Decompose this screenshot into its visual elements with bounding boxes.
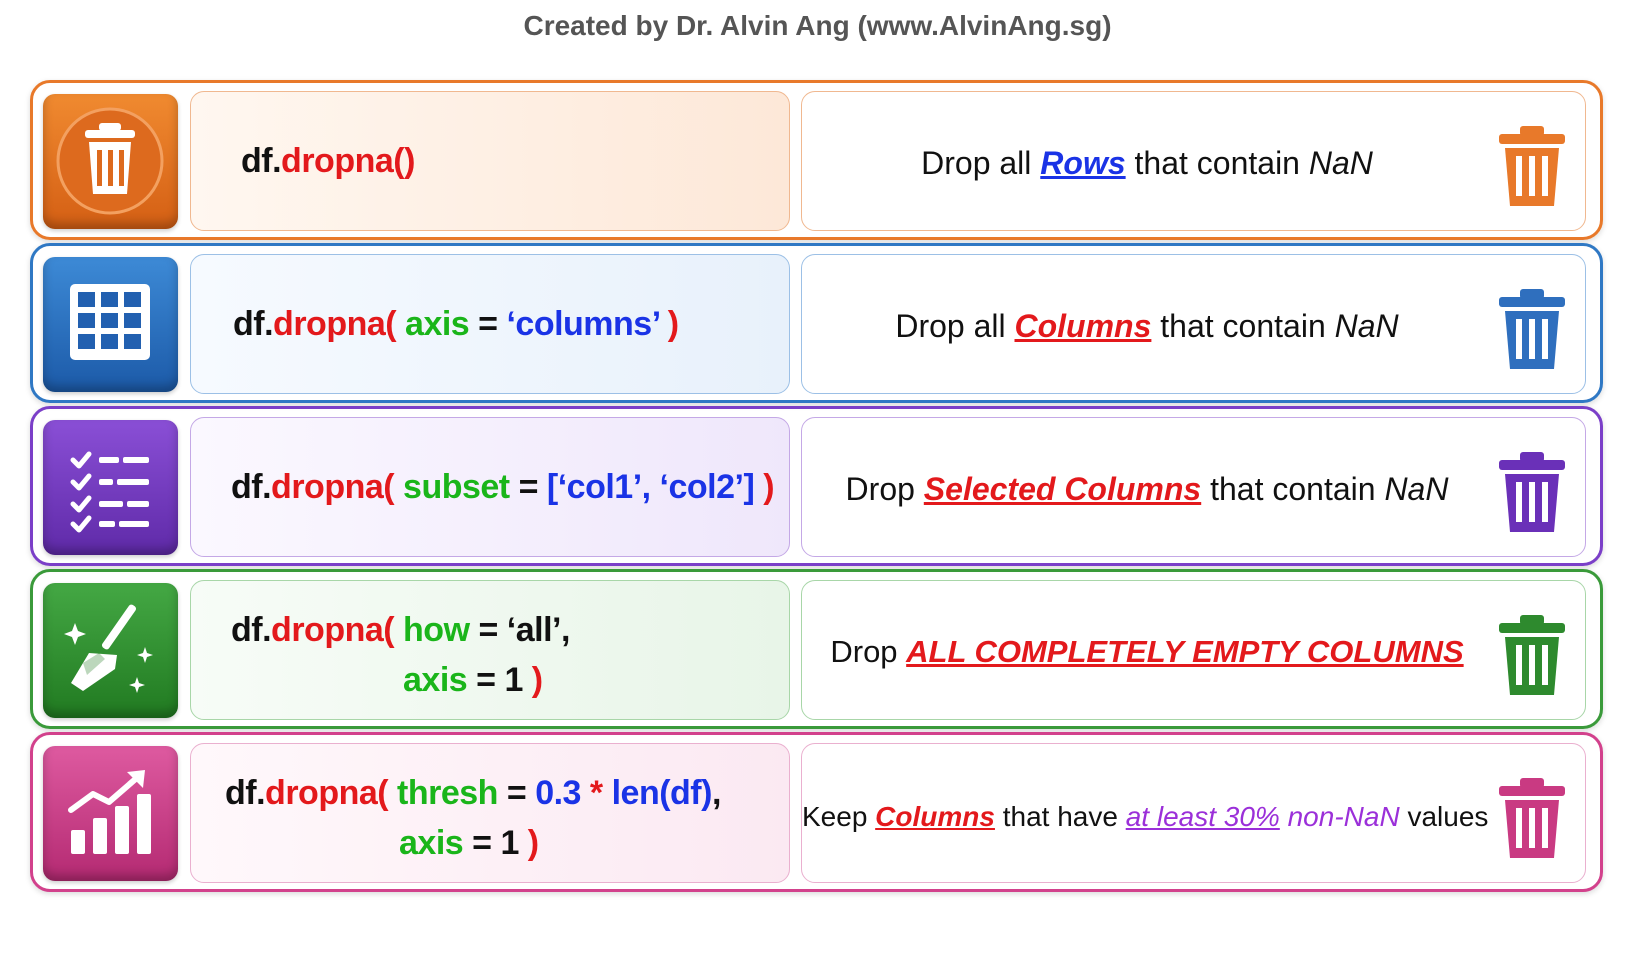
- desc-non-nan: non-NaN: [1279, 801, 1400, 832]
- desc-nan: NaN: [1384, 471, 1449, 507]
- description-box: Keep Columns that have at least 30% non-…: [801, 743, 1586, 883]
- desc-emphasis: Rows: [1040, 145, 1126, 181]
- code-comma: ,: [560, 611, 570, 649]
- desc-emphasis: Columns: [875, 801, 995, 832]
- code-function: dropna(): [281, 142, 415, 180]
- code-number: 1: [500, 824, 519, 862]
- code-box: df.dropna( subset = [‘col1’, ‘col2’] ): [190, 417, 790, 557]
- code-function: dropna(: [271, 468, 395, 506]
- dropna-rows-card: df.dropna() Drop all Rows that contain N…: [30, 80, 1603, 240]
- code-close: ): [658, 305, 679, 343]
- code-equals-2: =: [463, 824, 501, 862]
- code-equals: =: [469, 611, 507, 649]
- code-line: df.dropna( subset = [‘col1’, ‘col2’] ): [231, 468, 775, 507]
- desc-suffix: that contain: [1201, 471, 1385, 507]
- trash-bin-icon: [1499, 778, 1565, 858]
- dropna-how-all-card: df.dropna( how = ‘all’, axis = 1 ) Drop …: [30, 569, 1603, 729]
- code-number: 1: [504, 661, 523, 699]
- code-object: df.: [231, 611, 272, 649]
- code-argument: (df): [659, 774, 712, 812]
- code-function: dropna(: [273, 305, 397, 343]
- chart-growth-icon: [43, 746, 178, 881]
- code-keyword-2: axis: [403, 661, 468, 699]
- code-object: df.: [231, 468, 272, 506]
- code-box: df.dropna( thresh = 0.3 * len(df), axis …: [190, 743, 790, 883]
- code-object: df.: [241, 142, 282, 180]
- trash-bin-icon: [1499, 615, 1565, 695]
- code-box: df.dropna( how = ‘all’, axis = 1 ): [190, 580, 790, 720]
- code-equals: =: [469, 305, 507, 343]
- description-box: Drop all Columns that contain NaN: [801, 254, 1586, 394]
- code-line: df.dropna( how = ‘all’,: [231, 611, 570, 650]
- grid-icon: [43, 257, 178, 392]
- desc-prefix: Drop: [830, 634, 907, 669]
- description-text: Drop all Rows that contain NaN: [802, 145, 1492, 182]
- code-object: df.: [233, 305, 274, 343]
- code-line: df.dropna( axis = ‘columns’ ): [233, 305, 679, 344]
- dropna-columns-card: df.dropna( axis = ‘columns’ ) Drop all C…: [30, 243, 1603, 403]
- code-function-2: len: [611, 774, 660, 812]
- desc-suffix: that contain: [1125, 145, 1309, 181]
- code-value: 0.3: [535, 774, 581, 812]
- description-text: Drop Selected Columns that contain NaN: [802, 471, 1492, 508]
- trash-icon: [43, 94, 178, 229]
- code-close: ): [522, 661, 543, 699]
- code-keyword-2: axis: [399, 824, 464, 862]
- desc-nan: NaN: [1334, 308, 1399, 344]
- description-box: Drop ALL COMPLETELY EMPTY COLUMNS: [801, 580, 1586, 720]
- description-box: Drop Selected Columns that contain NaN: [801, 417, 1586, 557]
- trash-bin-icon: [1499, 126, 1565, 206]
- code-value: ‘columns’: [506, 305, 659, 343]
- description-text: Drop all Columns that contain NaN: [802, 308, 1492, 345]
- desc-suffix: that contain: [1151, 308, 1335, 344]
- code-line: df.dropna( thresh = 0.3 * len(df),: [225, 774, 721, 813]
- desc-prefix: Drop all: [921, 145, 1041, 181]
- description-text: Drop ALL COMPLETELY EMPTY COLUMNS: [802, 634, 1492, 670]
- code-line-2: axis = 1 ): [399, 824, 539, 863]
- code-object: df.: [225, 774, 266, 812]
- code-value: [‘col1’, ‘col2’]: [546, 468, 755, 506]
- code-keyword: subset: [394, 468, 510, 506]
- code-keyword: axis: [396, 305, 470, 343]
- code-keyword: thresh: [388, 774, 498, 812]
- code-equals: =: [497, 774, 536, 812]
- code-value: ‘all’: [506, 611, 562, 649]
- code-equals: =: [509, 468, 547, 506]
- checklist-icon: [43, 420, 178, 555]
- dropna-thresh-card: df.dropna( thresh = 0.3 * len(df), axis …: [30, 732, 1603, 892]
- desc-nan: NaN: [1308, 145, 1373, 181]
- desc-emphasis-2: at least 30%: [1125, 801, 1280, 832]
- dropna-subset-card: df.dropna( subset = [‘col1’, ‘col2’] ) D…: [30, 406, 1603, 566]
- desc-prefix: Drop: [845, 471, 924, 507]
- page-title: Created by Dr. Alvin Ang (www.AlvinAng.s…: [523, 10, 1112, 41]
- trash-bin-icon: [1499, 452, 1565, 532]
- code-box: df.dropna(): [190, 91, 790, 231]
- code-box: df.dropna( axis = ‘columns’ ): [190, 254, 790, 394]
- code-comma: ,: [711, 774, 721, 812]
- code-line: df.dropna(): [241, 142, 415, 181]
- trash-bin-icon: [1499, 289, 1565, 369]
- desc-suffix: values: [1399, 801, 1489, 832]
- desc-emphasis: Columns: [1014, 308, 1152, 344]
- code-close: ): [518, 824, 539, 862]
- code-operator: *: [580, 774, 612, 812]
- desc-prefix: Drop all: [895, 308, 1015, 344]
- code-function: dropna(: [265, 774, 389, 812]
- code-keyword: how: [394, 611, 470, 649]
- desc-prefix: Keep: [802, 801, 876, 832]
- desc-emphasis: Selected Columns: [923, 471, 1202, 507]
- desc-emphasis: ALL COMPLETELY EMPTY COLUMNS: [906, 634, 1464, 669]
- code-close: ): [754, 468, 775, 506]
- code-equals-2: =: [467, 661, 505, 699]
- code-function: dropna(: [271, 611, 395, 649]
- code-line-2: axis = 1 ): [403, 661, 543, 700]
- description-box: Drop all Rows that contain NaN: [801, 91, 1586, 231]
- broom-icon: [43, 583, 178, 718]
- description-text: Keep Columns that have at least 30% non-…: [802, 801, 1488, 833]
- desc-middle: that have: [994, 801, 1126, 832]
